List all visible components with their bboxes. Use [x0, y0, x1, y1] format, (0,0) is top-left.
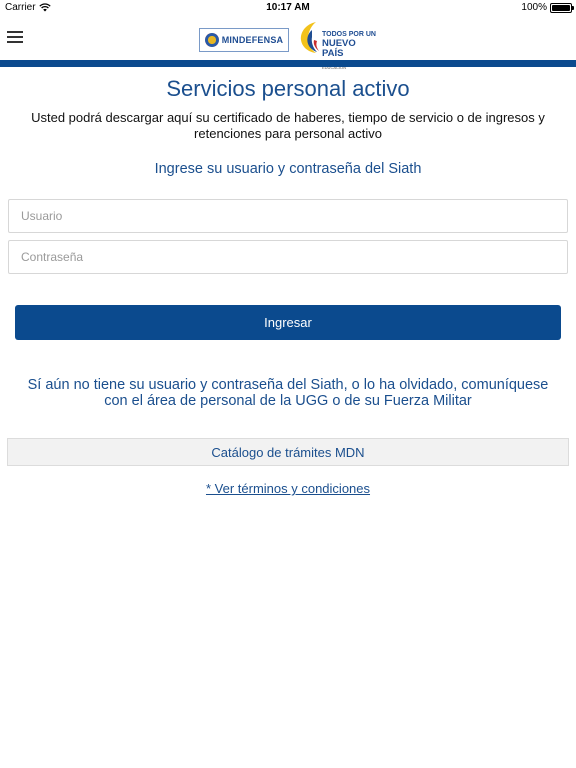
- battery-percent: 100%: [521, 2, 547, 13]
- status-bar: Carrier 10:17 AM 100%: [0, 0, 576, 16]
- help-text: Sí aún no tiene su usuario y contraseña …: [27, 377, 549, 409]
- page-description: Usted podrá descargar aquí su certificad…: [31, 110, 545, 141]
- battery-info: 100%: [521, 2, 574, 13]
- nuevo-pais-logo: TODOS POR UN NUEVO PAÍS PAZ · EQUIDAD · …: [298, 20, 378, 70]
- nuevo-pais-emblem-icon: [300, 22, 319, 53]
- battery-icon: [550, 2, 574, 13]
- page-title: Servicios personal activo: [166, 76, 410, 101]
- login-button[interactable]: Ingresar: [15, 305, 561, 340]
- username-input[interactable]: [8, 199, 568, 233]
- logo-line-2: NUEVO PAÍS: [322, 38, 356, 59]
- login-subtitle: Ingrese su usuario y contraseña del Siat…: [154, 161, 422, 177]
- password-input[interactable]: [8, 240, 568, 274]
- app-header: MINDEFENSA TODOS POR UN NUEVO PAÍS PAZ ·…: [0, 16, 576, 70]
- status-time: 10:17 AM: [266, 2, 310, 13]
- terms-link[interactable]: * Ver términos y condiciones: [0, 481, 576, 496]
- colombia-seal-icon: [204, 33, 219, 47]
- header-accent-bar: [0, 60, 576, 67]
- mindefensa-logo: MINDEFENSA: [199, 28, 289, 52]
- logo-line-1: TODOS POR UN: [322, 31, 376, 38]
- hamburger-menu-icon[interactable]: [6, 28, 26, 46]
- mindefensa-logo-text: MINDEFENSA: [221, 35, 284, 45]
- catalog-button[interactable]: Catálogo de trámites MDN: [7, 438, 569, 466]
